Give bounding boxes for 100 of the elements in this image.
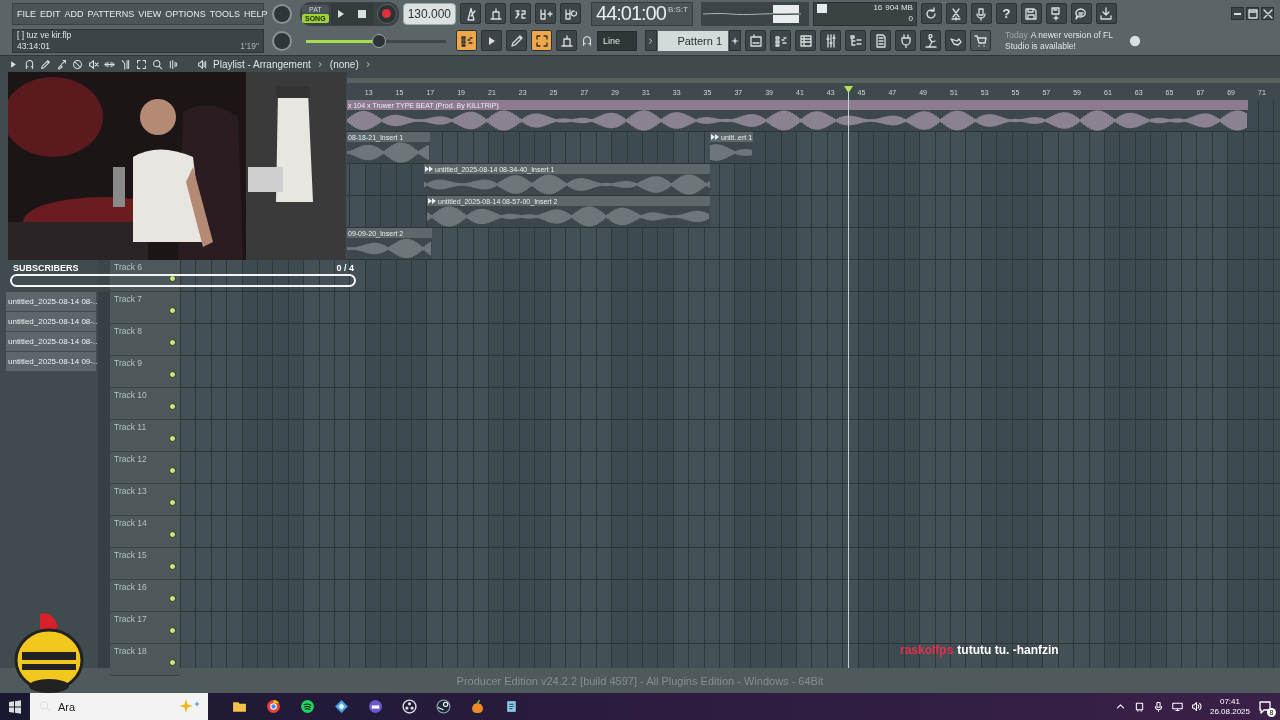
mixer-button[interactable] <box>820 30 841 51</box>
track-header[interactable]: Track 7 <box>110 292 180 324</box>
browser-item[interactable]: untitled_2025-08-14 08-... <box>6 332 96 351</box>
track-header[interactable]: Track 18 <box>110 644 180 676</box>
curve-toggle[interactable] <box>506 30 527 51</box>
taskbar-clock[interactable]: 07:41 26.08.2025 <box>1209 696 1250 717</box>
playlist-button[interactable] <box>745 30 766 51</box>
notepad-icon[interactable] <box>504 699 519 714</box>
pattern-menu-button[interactable] <box>645 30 657 51</box>
menu-item[interactable]: HELP <box>244 8 268 19</box>
track-header[interactable]: Track 12 <box>110 452 180 484</box>
menu-item[interactable]: OPTIONS <box>165 8 206 19</box>
zoom-icon[interactable] <box>152 58 163 70</box>
figure-button[interactable] <box>920 30 941 51</box>
scrollbar[interactable] <box>98 292 110 668</box>
track-enable-dot[interactable] <box>169 531 176 538</box>
menu-item[interactable]: ADD <box>64 8 84 19</box>
search-field[interactable]: Ara <box>30 693 208 720</box>
track-header[interactable]: Track 13 <box>110 484 180 516</box>
select-icon[interactable] <box>136 58 147 70</box>
cart-button[interactable] <box>970 30 991 51</box>
stop-button[interactable] <box>351 2 373 25</box>
document-button[interactable] <box>870 30 891 51</box>
magnet-icon[interactable] <box>24 58 35 70</box>
circle-link-icon[interactable] <box>436 699 451 714</box>
track-enable-dot[interactable] <box>169 307 176 314</box>
menu-item[interactable]: PATTERNS <box>87 8 135 19</box>
playhead-marker[interactable] <box>844 86 853 93</box>
browser-item[interactable]: untitled_2025-08-14 08-... <box>6 312 96 331</box>
track-enable-dot[interactable] <box>169 371 176 378</box>
pencil-icon[interactable] <box>40 58 51 70</box>
device-icon[interactable] <box>1133 701 1145 712</box>
folder-tree-button[interactable] <box>845 30 866 51</box>
steps-button[interactable] <box>770 30 791 51</box>
grid-toggle[interactable] <box>456 30 477 51</box>
master-volume-slider[interactable] <box>306 32 446 49</box>
news-message[interactable]: Today A newer version of FL Studio is available! <box>1005 29 1125 52</box>
bars-loop-button[interactable] <box>560 3 581 24</box>
dots-circle-icon[interactable] <box>402 699 417 714</box>
track-enable-dot[interactable] <box>169 499 176 506</box>
brush-icon[interactable] <box>56 58 67 70</box>
save-button[interactable] <box>1020 3 1042 24</box>
track-enable-dot[interactable] <box>169 563 176 570</box>
browser-item[interactable]: untitled_2025-08-14 09-... <box>6 352 96 371</box>
fruit-icon[interactable] <box>470 699 485 714</box>
scrollbar[interactable] <box>347 78 1280 83</box>
refresh-button[interactable] <box>920 3 942 24</box>
close-button[interactable] <box>1261 7 1274 20</box>
chevron-up-icon[interactable] <box>1114 701 1126 712</box>
minimize-button[interactable] <box>1231 7 1244 20</box>
save-new-button[interactable] <box>1045 3 1067 24</box>
slice-icon[interactable] <box>120 58 131 70</box>
ring-icon[interactable] <box>266 699 281 714</box>
maximize-button[interactable] <box>1246 7 1259 20</box>
arrow-toggle[interactable] <box>481 30 502 51</box>
plug-button[interactable] <box>895 30 916 51</box>
track-header[interactable]: Track 11 <box>110 420 180 452</box>
tempo-field[interactable]: 130.000 <box>402 2 456 25</box>
bars-plus-button[interactable] <box>535 3 556 24</box>
pattern-selector[interactable]: Pattern 1 <box>658 30 728 51</box>
menu-item[interactable]: FILE <box>17 8 36 19</box>
sound-waves-icon[interactable] <box>300 699 315 714</box>
download-button[interactable] <box>1095 3 1117 24</box>
track-header[interactable]: Track 14 <box>110 516 180 548</box>
track-header[interactable]: Track 10 <box>110 388 180 420</box>
knob[interactable] <box>272 3 292 24</box>
microphone-button[interactable] <box>970 3 992 24</box>
help-button[interactable]: ? <box>995 3 1017 24</box>
track-header[interactable]: Track 8 <box>110 324 180 356</box>
menu-item[interactable]: TOOLS <box>209 8 241 19</box>
notification-icon[interactable] <box>1258 699 1272 714</box>
track-enable-dot[interactable] <box>169 403 176 410</box>
rack-button[interactable] <box>795 30 816 51</box>
browser-item[interactable]: untitled_2025-08-14 08-... <box>6 292 96 311</box>
track-enable-dot[interactable] <box>169 435 176 442</box>
delete-icon[interactable] <box>72 58 83 70</box>
stamp-toggle[interactable] <box>556 30 577 51</box>
track-enable-dot[interactable] <box>169 467 176 474</box>
link-toggle[interactable] <box>531 30 552 51</box>
track-header[interactable]: Track 9 <box>110 356 180 388</box>
add-pattern-button[interactable] <box>729 30 741 51</box>
track-enable-dot[interactable] <box>169 627 176 634</box>
countdown-button[interactable] <box>510 3 531 24</box>
metronome-button[interactable] <box>460 3 481 24</box>
track-enable-dot[interactable] <box>169 659 176 666</box>
knob[interactable] <box>272 30 292 51</box>
wait-button[interactable] <box>485 3 506 24</box>
track-enable-dot[interactable] <box>169 275 176 282</box>
play-button[interactable] <box>330 2 352 25</box>
network-icon[interactable] <box>1171 701 1183 712</box>
volume-icon[interactable] <box>1190 701 1202 712</box>
track-header[interactable]: Track 15 <box>110 548 180 580</box>
menu-item[interactable]: EDIT <box>40 8 61 19</box>
clip-source[interactable]: (none) <box>329 58 359 70</box>
playback-icon[interactable] <box>168 58 179 70</box>
mute-icon[interactable] <box>88 58 99 70</box>
diamond-icon[interactable] <box>334 699 349 714</box>
folder-icon[interactable] <box>232 699 247 714</box>
microphone-icon[interactable] <box>1152 701 1164 712</box>
snap-dropdown[interactable]: Line <box>597 30 637 51</box>
